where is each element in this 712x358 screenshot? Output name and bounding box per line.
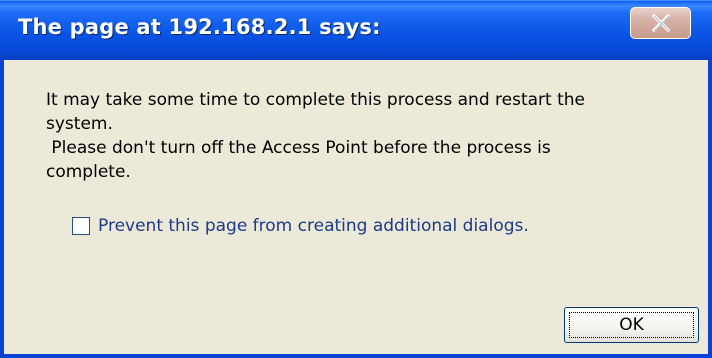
- prevent-dialogs-option[interactable]: Prevent this page from creating addition…: [72, 214, 529, 238]
- alert-dialog: The page at 192.168.2.1 says: It may tak…: [0, 0, 712, 358]
- titlebar: The page at 192.168.2.1 says:: [0, 0, 712, 60]
- dialog-title: The page at 192.168.2.1 says:: [18, 15, 381, 39]
- close-button[interactable]: [630, 7, 691, 39]
- prevent-dialogs-checkbox[interactable]: [72, 217, 90, 235]
- close-icon: [651, 14, 671, 32]
- ok-button[interactable]: OK: [564, 307, 699, 343]
- ok-button-label: OK: [619, 315, 644, 335]
- dialog-message: It may take some time to complete this p…: [46, 90, 585, 182]
- prevent-dialogs-label[interactable]: Prevent this page from creating addition…: [98, 216, 529, 236]
